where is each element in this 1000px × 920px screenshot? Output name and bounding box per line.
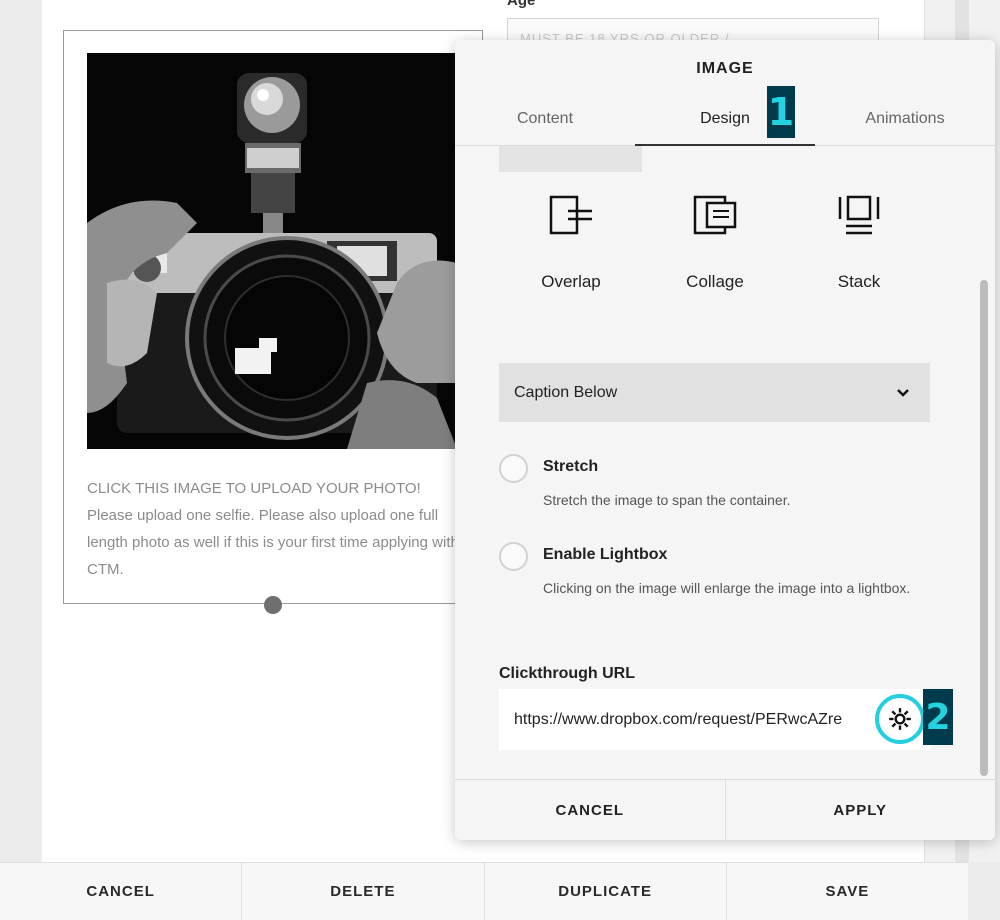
stretch-radio[interactable] bbox=[499, 454, 528, 483]
gear-icon bbox=[889, 708, 911, 730]
cancel-button[interactable]: CANCEL bbox=[0, 863, 243, 920]
editor-bottom-bar: CANCEL DELETE DUPLICATE SAVE bbox=[0, 862, 968, 920]
panel-title: IMAGE bbox=[696, 60, 754, 77]
save-button[interactable]: SAVE bbox=[727, 863, 968, 920]
layout-collage[interactable]: Collage bbox=[643, 194, 787, 304]
overlap-layout-icon bbox=[549, 195, 592, 235]
layout-overlap-label: Overlap bbox=[541, 272, 601, 291]
chevron-down-icon bbox=[897, 388, 909, 397]
clickthrough-url-input[interactable]: https://www.dropbox.com/request/PERwcAZr… bbox=[499, 689, 931, 750]
panel-tabs: Content Design Animations bbox=[455, 92, 995, 146]
bottom-right-fill bbox=[968, 862, 1000, 920]
annotation-marker-2: 2 bbox=[923, 689, 953, 745]
apply-button[interactable]: APPLY bbox=[726, 780, 996, 840]
stretch-title: Stretch bbox=[543, 458, 599, 475]
delete-button[interactable]: DELETE bbox=[242, 863, 485, 920]
tab-animations[interactable]: Animations bbox=[815, 92, 995, 145]
partial-layout-tile[interactable] bbox=[499, 146, 642, 172]
caption-position-value: Caption Below bbox=[514, 383, 618, 401]
layout-collage-label: Collage bbox=[686, 272, 744, 291]
panel-footer: CANCEL APPLY bbox=[455, 779, 995, 840]
clickthrough-url-value: https://www.dropbox.com/request/PERwcAZr… bbox=[514, 710, 843, 728]
lightbox-description: Clicking on the image will enlarge the i… bbox=[543, 580, 911, 596]
image-caption[interactable]: CLICK THIS IMAGE TO UPLOAD YOUR PHOTO! P… bbox=[87, 475, 467, 583]
clickthrough-url-label: Clickthrough URL bbox=[499, 665, 635, 682]
panel-body: Overlap Collage Stack Caption Below Stre… bbox=[455, 146, 995, 778]
collage-layout-icon bbox=[693, 195, 737, 235]
camera-photo[interactable] bbox=[87, 53, 457, 449]
panel-cancel-button[interactable]: CANCEL bbox=[455, 780, 726, 840]
lightbox-option[interactable]: Enable Lightbox Clicking on the image wi… bbox=[499, 540, 931, 630]
layout-options: Overlap Collage Stack bbox=[499, 194, 931, 304]
url-settings-button[interactable] bbox=[875, 694, 925, 744]
duplicate-button[interactable]: DUPLICATE bbox=[485, 863, 727, 920]
block-resize-handle[interactable] bbox=[264, 596, 282, 614]
layout-stack[interactable]: Stack bbox=[787, 194, 931, 304]
stretch-description: Stretch the image to span the container. bbox=[543, 492, 791, 508]
lightbox-radio[interactable] bbox=[499, 542, 528, 571]
tab-content[interactable]: Content bbox=[455, 92, 635, 145]
camera-photo-illustration bbox=[87, 53, 457, 449]
layout-stack-label: Stack bbox=[837, 272, 881, 291]
stack-layout-icon bbox=[838, 195, 880, 235]
caption-position-select[interactable]: Caption Below bbox=[499, 363, 930, 422]
panel-scrollbar[interactable] bbox=[980, 280, 988, 776]
lightbox-title: Enable Lightbox bbox=[543, 546, 668, 563]
stretch-option[interactable]: Stretch Stretch the image to span the co… bbox=[499, 452, 931, 512]
age-label: Age bbox=[507, 0, 536, 9]
image-block[interactable]: CLICK THIS IMAGE TO UPLOAD YOUR PHOTO! P… bbox=[63, 30, 483, 604]
image-settings-panel: IMAGE Content Design Animations 1 Overla… bbox=[455, 40, 995, 840]
annotation-marker-1: 1 bbox=[767, 86, 795, 138]
layout-overlap[interactable]: Overlap bbox=[499, 194, 643, 304]
editor-left-margin bbox=[0, 0, 42, 862]
